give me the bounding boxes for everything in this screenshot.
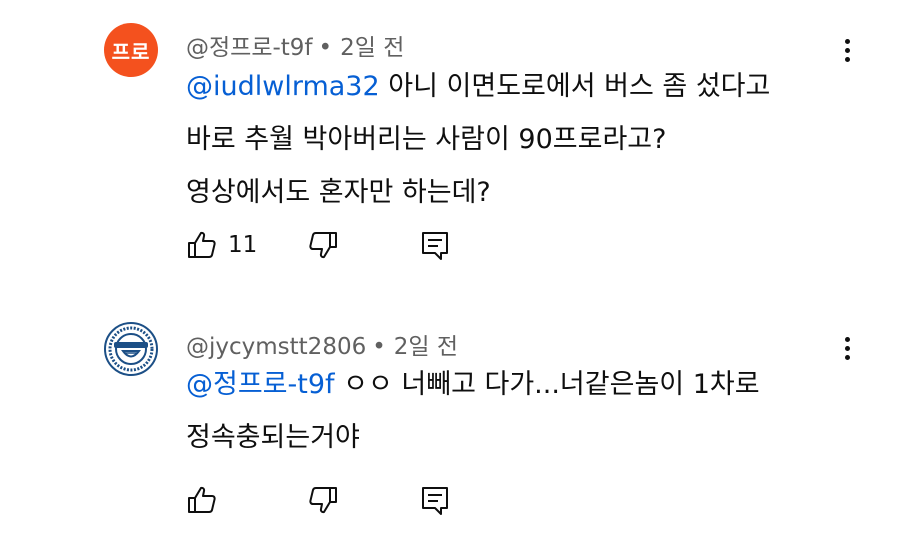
comment-meta: @정프로-t9f • 2일 전 — [186, 28, 404, 62]
like-count: 11 — [228, 232, 258, 258]
comment: 프로 @정프로-t9f • 2일 전 @iudlwlrma32 아니 이면도로에서 … — [0, 0, 900, 290]
avatar[interactable]: 프로 — [104, 23, 158, 77]
reply-icon — [419, 484, 451, 516]
comment-actions: 11 — [186, 228, 486, 262]
reply-icon — [419, 229, 451, 261]
comment-text: @정프로-t9f ㅇㅇ 너빼고 다가...너같은놈이 1차로 정속충되는거야 — [186, 358, 846, 464]
thumbs-up-icon — [186, 484, 218, 516]
comment-text: @iudlwlrma32 아니 이면도로에서 버스 좀 섰다고 바로 추월 박아… — [186, 60, 846, 219]
comment-line: 바로 추월 박아버리는 사람이 90프로라고? — [186, 124, 667, 155]
meta-separator: • — [372, 334, 386, 360]
comment-line: 정속충되는거야 — [186, 422, 360, 453]
thumbs-down-icon — [307, 229, 339, 261]
mention-link[interactable]: @iudlwlrma32 — [186, 71, 380, 102]
avatar[interactable] — [104, 322, 158, 376]
thumbs-up-icon — [186, 229, 218, 261]
laughing-man-logo — [104, 322, 158, 376]
thumbs-down-icon — [307, 484, 339, 516]
reply-button[interactable] — [419, 483, 451, 517]
author-name[interactable]: @정프로-t9f — [186, 35, 313, 61]
comment-actions — [186, 483, 486, 517]
comment-line: ㅇㅇ 너빼고 다가...너같은놈이 1차로 — [334, 369, 760, 400]
reply-button[interactable] — [419, 228, 451, 262]
dislike-button[interactable] — [307, 228, 339, 262]
comment-time[interactable]: 2일 전 — [340, 35, 404, 61]
dislike-button[interactable] — [307, 483, 339, 517]
comment-meta: @jycymstt2806 • 2일 전 — [186, 327, 458, 361]
comment-time[interactable]: 2일 전 — [394, 334, 458, 360]
meta-separator: • — [318, 35, 333, 61]
like-button[interactable]: 11 — [186, 228, 257, 262]
comment-line: 영상에서도 혼자만 하는데? — [186, 177, 491, 208]
comment-line: 아니 이면도로에서 버스 좀 섰다고 — [379, 71, 771, 102]
like-button[interactable] — [186, 483, 228, 517]
comment: @jycymstt2806 • 2일 전 @정프로-t9f ㅇㅇ 너빼고 다가...… — [0, 300, 900, 546]
mention-link[interactable]: @정프로-t9f — [186, 369, 335, 400]
author-name[interactable]: @jycymstt2806 — [186, 334, 366, 360]
